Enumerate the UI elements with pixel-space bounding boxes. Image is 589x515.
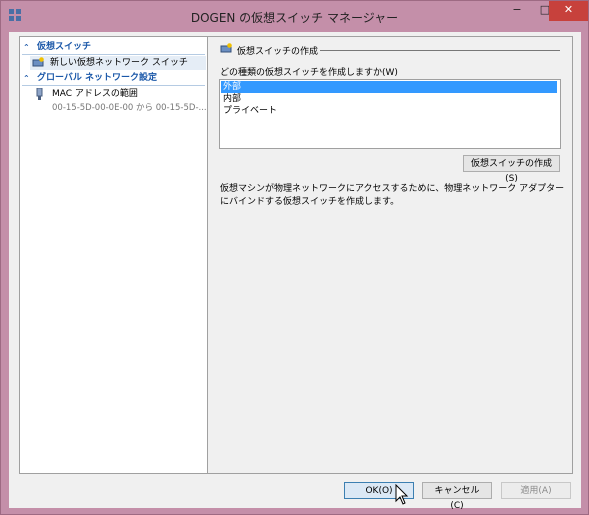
virtual-switches-group-header[interactable]: ⌃ 仮想スイッチ (22, 41, 205, 55)
new-switch-icon (32, 57, 44, 67)
cancel-button[interactable]: キャンセル(C) (422, 482, 492, 511)
group-label: グローバル ネットワーク設定 (37, 73, 158, 83)
global-network-settings-group-header[interactable]: ⌃ グローバル ネットワーク設定 (22, 72, 205, 86)
collapse-chevron-icon: ⌃ (23, 43, 30, 52)
switch-type-option-private[interactable]: プライベート (221, 105, 557, 117)
network-adapter-icon (36, 88, 43, 100)
close-button[interactable]: ✕ (549, 1, 588, 21)
sidebar-item-new-virtual-switch[interactable]: 新しい仮想ネットワーク スイッチ (30, 56, 206, 70)
virtual-switch-icon (220, 43, 232, 53)
section-header: 仮想スイッチの作成 (220, 43, 560, 57)
switch-type-listbox[interactable]: 外部 内部 プライベート (219, 79, 561, 149)
sidebar-item-label: 新しい仮想ネットワーク スイッチ (50, 58, 188, 68)
switch-type-description: 仮想マシンが物理ネットワークにアクセスするために、物理ネットワーク アダプターに… (220, 184, 565, 207)
mouse-pointer-icon (395, 484, 409, 505)
collapse-chevron-icon: ⌃ (23, 74, 30, 83)
navigation-pane: ⌃ 仮想スイッチ 新しい仮想ネットワーク スイッチ ⌃ グローバル ネットワーク… (19, 36, 212, 474)
window-title: DOGEN の仮想スイッチ マネージャー (190, 11, 399, 25)
switch-type-option-external[interactable]: 外部 (221, 81, 557, 93)
details-pane: 仮想スイッチの作成 どの種類の仮想スイッチを作成しますか(W) 外部 内部 プラ… (207, 36, 573, 474)
switch-type-prompt: どの種類の仮想スイッチを作成しますか(W) (220, 68, 398, 78)
virtual-switch-manager-window: DOGEN の仮想スイッチ マネージャー − □ ✕ ⌃ 仮想スイッチ 新しい仮… (0, 0, 589, 515)
title-bar[interactable]: DOGEN の仮想スイッチ マネージャー − □ ✕ (1, 1, 588, 31)
group-label: 仮想スイッチ (37, 42, 92, 52)
dialog-client-area: ⌃ 仮想スイッチ 新しい仮想ネットワーク スイッチ ⌃ グローバル ネットワーク… (9, 32, 581, 511)
minimize-button[interactable]: − (503, 1, 531, 21)
section-title: 仮想スイッチの作成 (237, 47, 319, 57)
mac-range-summary: 00-15-5D-00-0E-00 から 00-15-5D-... (52, 103, 207, 113)
switch-type-option-internal[interactable]: 内部 (221, 93, 557, 105)
section-divider (320, 50, 560, 51)
create-virtual-switch-button[interactable]: 仮想スイッチの作成(S) (463, 155, 560, 184)
sidebar-item-label: MAC アドレスの範囲 (52, 89, 138, 99)
apply-button[interactable]: 適用(A) (501, 482, 571, 499)
